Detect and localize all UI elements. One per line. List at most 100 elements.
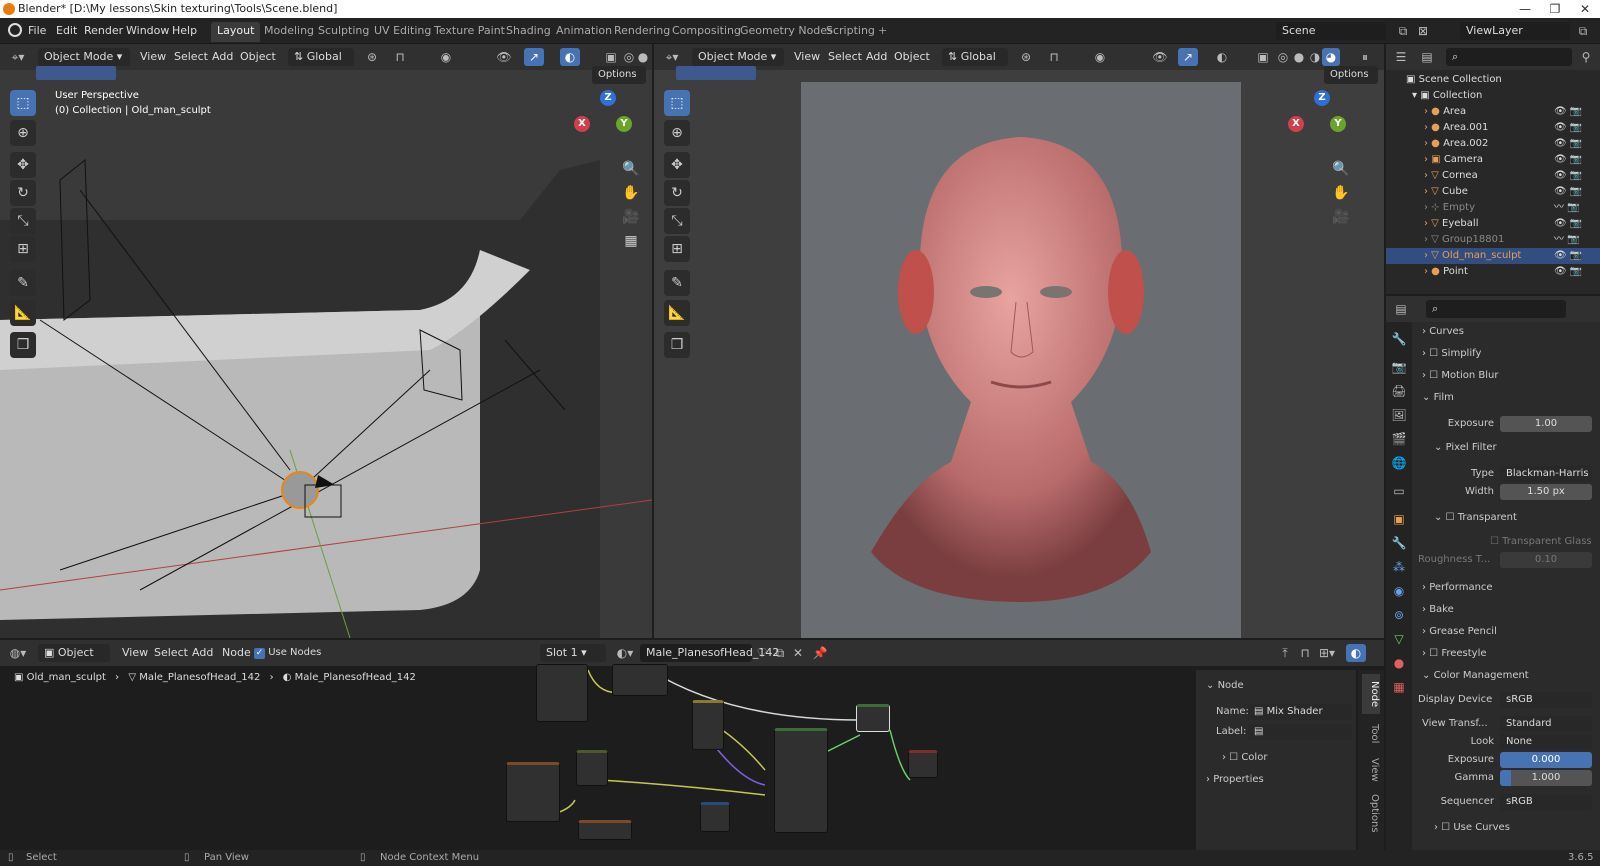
overlay-toggle-icon[interactable]: ◐ xyxy=(560,48,580,66)
transform-tool-icon[interactable]: ⊞ xyxy=(10,236,36,262)
editor-type-icon-right[interactable]: ⌖▾ xyxy=(660,48,684,66)
pan-hand-icon-right[interactable]: ✋ xyxy=(1328,180,1354,206)
node-box[interactable] xyxy=(576,750,608,786)
sidebar-tab-node[interactable]: Node xyxy=(1362,674,1380,714)
scale-tool-icon-right[interactable]: ⤡ xyxy=(664,208,690,234)
use-nodes-checkbox[interactable]: ✓ Use Nodes xyxy=(254,645,321,661)
node-box[interactable] xyxy=(692,700,724,750)
gizmo-x-icon[interactable]: X xyxy=(574,116,590,132)
viewport-right-menu-select[interactable]: Select xyxy=(828,49,862,65)
new-view-layer-icon[interactable]: ⧉ xyxy=(1574,22,1592,40)
visibility-icon-right[interactable]: 👁 xyxy=(1150,48,1170,66)
proportional-edit-icon-right[interactable]: ◉ xyxy=(1090,48,1110,66)
minimize-icon[interactable]: — xyxy=(1510,0,1540,18)
node-properties-panel[interactable]: › Properties xyxy=(1196,770,1356,790)
cursor-tool-icon[interactable]: ⊕ xyxy=(10,120,36,146)
gizmo-y-icon-right[interactable]: Y xyxy=(1330,116,1346,132)
filter-icon[interactable]: ⚲ xyxy=(1576,48,1596,66)
panel-curves[interactable]: › Curves xyxy=(1414,322,1600,342)
node-menu-select[interactable]: Select xyxy=(154,645,188,661)
node-box[interactable] xyxy=(700,802,730,832)
pivot-icon-right[interactable]: ⊛ xyxy=(1016,48,1036,66)
properties-search-input[interactable]: ⌕ xyxy=(1426,300,1566,318)
gamma-field[interactable]: 1.000 xyxy=(1500,770,1592,786)
add-cube-tool-icon[interactable]: ❒ xyxy=(10,332,36,358)
viewport-menu-view[interactable]: View xyxy=(140,49,166,65)
viewport-right-menu-object[interactable]: Object xyxy=(894,49,930,65)
outliner-editor-icon[interactable]: ☰ xyxy=(1390,48,1412,66)
sidebar-tab-view[interactable]: View xyxy=(1362,754,1380,786)
panel-film[interactable]: ⌄ Film xyxy=(1414,388,1600,408)
look-dropdown[interactable]: None xyxy=(1500,734,1592,750)
maximize-icon[interactable]: ❐ xyxy=(1540,0,1570,18)
sequencer-dropdown[interactable]: sRGB xyxy=(1500,794,1592,810)
node-panel-header[interactable]: ⌄ Node xyxy=(1196,676,1356,696)
menu-render[interactable]: Render xyxy=(84,23,123,39)
parent-node-icon[interactable]: ⤒ xyxy=(1276,644,1294,662)
display-device-dropdown[interactable]: sRGB xyxy=(1500,692,1592,708)
properties-editor-icon[interactable]: ▤ xyxy=(1390,300,1412,318)
snap-node-icon[interactable]: ⊓ xyxy=(1296,644,1314,662)
gizmo-z-icon[interactable]: Z xyxy=(600,90,616,106)
tool-tab-icon[interactable]: 🔧 xyxy=(1390,330,1408,348)
transform-tool-icon-right[interactable]: ⊞ xyxy=(664,236,690,262)
camera-view-icon-right[interactable]: 🎥 xyxy=(1328,204,1354,230)
zoom-icon-right[interactable]: 🔍 xyxy=(1328,156,1354,182)
mode-selector-right[interactable]: Object Mode ▾ xyxy=(692,48,784,66)
viewport-menu-add[interactable]: Add xyxy=(212,49,233,65)
gizmo-y-icon[interactable]: Y xyxy=(616,116,632,132)
blender-menu-icon[interactable] xyxy=(8,23,22,37)
panel-bake[interactable]: › Bake xyxy=(1414,600,1600,620)
view-layer-tab-icon[interactable]: 🖼 xyxy=(1390,406,1408,424)
mix-shader-node[interactable] xyxy=(856,704,890,732)
mode-selector[interactable]: Object Mode ▾ xyxy=(38,48,130,66)
image-texture-node[interactable] xyxy=(506,762,560,822)
outliner-search-input[interactable]: ⌕ xyxy=(1446,48,1572,66)
display-mode-icon[interactable]: ▤ xyxy=(1416,48,1438,66)
tab-uv-editing[interactable]: UV Editing xyxy=(368,22,437,42)
close-icon[interactable]: ✕ xyxy=(1570,0,1600,18)
overlay-toggle-icon-right[interactable]: ◐ xyxy=(1212,48,1232,66)
rotate-tool-icon[interactable]: ↻ xyxy=(10,180,36,206)
node-menu-add[interactable]: Add xyxy=(192,645,213,661)
node-editor[interactable]: ◍▾ ▣ Object View Select Add Node ✓ Use N… xyxy=(0,640,1384,850)
xray-icon[interactable]: ▣ xyxy=(602,48,620,66)
select-tool-icon-right[interactable]: ⬚ xyxy=(664,90,690,116)
particles-tab-icon[interactable]: ⁂ xyxy=(1390,558,1408,576)
node-label-field[interactable]: ▤ xyxy=(1248,724,1352,740)
outliner-visibility-column[interactable]: 👁 📷 👁 📷 👁 📷 👁 📷 👁 📷 👁 📷 〰 📷 👁 📷 〰 📷 👁 📷 👁 📷 xyxy=(1554,104,1594,280)
filter-width-field[interactable]: 1.50 px xyxy=(1500,484,1592,500)
material-tab-icon[interactable]: ● xyxy=(1390,654,1408,672)
material-output-node[interactable] xyxy=(908,750,938,778)
node-box[interactable] xyxy=(578,820,632,840)
orientation-selector[interactable]: ⇅ Global xyxy=(288,48,354,66)
gizmo-x-icon-right[interactable]: X xyxy=(1288,116,1304,132)
tab-shading[interactable]: Shading xyxy=(500,22,557,42)
snap-icon-right[interactable]: ⊓ xyxy=(1044,48,1064,66)
move-tool-icon-right[interactable]: ✥ xyxy=(664,152,690,178)
scene-tab-icon[interactable]: 🎬 xyxy=(1390,430,1408,448)
viewport-right-menu-view[interactable]: View xyxy=(794,49,820,65)
visibility-icon[interactable]: 👁 xyxy=(494,48,514,66)
node-menu-view[interactable]: View xyxy=(122,645,148,661)
physics-tab-icon[interactable]: ◉ xyxy=(1390,582,1408,600)
panel-pixel-filter[interactable]: ⌄ Pixel Filter xyxy=(1414,438,1600,458)
delete-scene-icon[interactable]: ⊠ xyxy=(1414,22,1432,40)
add-workspace-icon[interactable]: + xyxy=(872,22,893,42)
output-tab-icon[interactable]: 🖨 xyxy=(1390,382,1408,400)
menu-window[interactable]: Window xyxy=(126,23,169,39)
node-editor-type-icon[interactable]: ◍▾ xyxy=(6,644,30,662)
pan-hand-icon[interactable]: ✋ xyxy=(618,180,644,206)
view-layer-selector[interactable]: ViewLayer xyxy=(1460,22,1570,40)
principled-bsdf-node[interactable] xyxy=(774,728,828,833)
viewport-menu-object[interactable]: Object xyxy=(240,49,276,65)
proportional-edit-icon[interactable]: ◉ xyxy=(436,48,456,66)
panel-motion-blur[interactable]: › ☐ Motion Blur xyxy=(1414,366,1600,386)
view-transform-dropdown[interactable]: Standard xyxy=(1500,716,1592,732)
measure-tool-icon[interactable]: 📐 xyxy=(10,300,36,326)
gizmo-toggle-icon[interactable]: ↗ xyxy=(524,48,544,66)
measure-tool-icon-right[interactable]: 📐 xyxy=(664,300,690,326)
add-cube-tool-icon-right[interactable]: ❒ xyxy=(664,332,690,358)
solid-shading-icon[interactable]: ● xyxy=(636,48,650,66)
xray-icon-right[interactable]: ▣ xyxy=(1254,48,1272,66)
